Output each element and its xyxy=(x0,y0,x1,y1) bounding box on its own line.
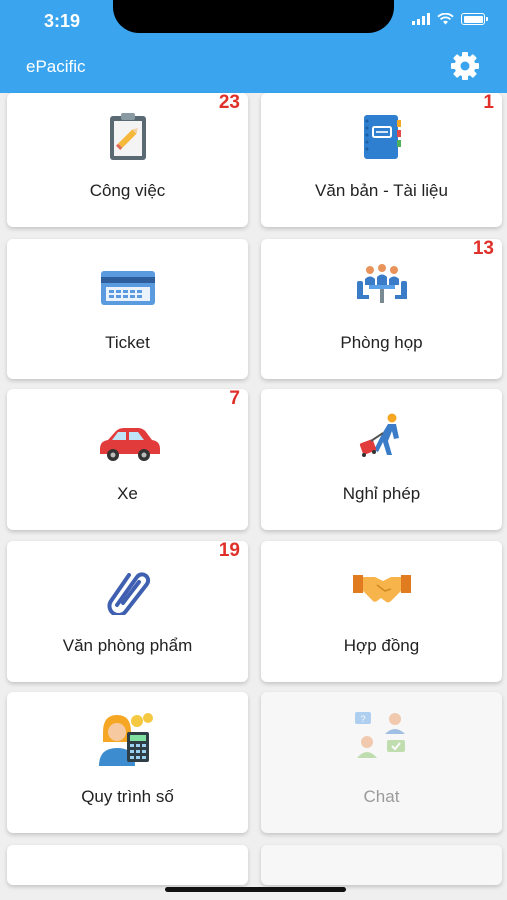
tile-ticket[interactable]: Ticket xyxy=(7,239,248,379)
tile-badge: 1 xyxy=(483,92,494,113)
tile-hop-dong[interactable]: Hợp đồng xyxy=(261,541,502,682)
clipboard-pencil-icon xyxy=(109,113,146,160)
module-grid: 23 Công việc 1 Văn bản - Tài liệu Ticket… xyxy=(0,92,507,900)
tile-badge: 7 xyxy=(229,388,240,409)
tile-phong-hop[interactable]: 13 Phòng họp xyxy=(261,238,502,379)
tile-label: Quy trình số xyxy=(81,787,174,806)
app-title: ePacific xyxy=(26,57,86,76)
tile-label: Văn phòng phẩm xyxy=(62,636,193,655)
tile-van-phong-pham[interactable]: 19 Văn phòng phẩm xyxy=(7,540,248,682)
calculator-person-icon xyxy=(98,713,153,766)
tile-chat[interactable]: ? Chat xyxy=(261,692,502,833)
tile-partial[interactable] xyxy=(7,845,248,885)
tile-cong-viec[interactable]: 23 Công việc xyxy=(7,92,248,227)
tile-label: Hợp đồng xyxy=(343,636,420,655)
tile-label: Văn bản - Tài liệu xyxy=(315,181,448,200)
meeting-room-icon xyxy=(356,264,407,303)
device-notch xyxy=(113,0,394,33)
status-time: 3:19 xyxy=(44,11,81,31)
gear-icon[interactable] xyxy=(449,50,481,82)
tile-partial[interactable] xyxy=(261,845,502,885)
notebook-icon xyxy=(363,115,401,159)
app-header: 3:19 ePacific xyxy=(0,0,507,93)
traveler-luggage-icon xyxy=(359,413,399,457)
paperclip-icon xyxy=(107,572,150,615)
wifi-icon xyxy=(437,13,454,25)
tile-label: Công việc xyxy=(89,181,166,200)
tile-label: Ticket xyxy=(105,333,150,352)
status-icons xyxy=(412,13,488,25)
svg-text:?: ? xyxy=(360,714,365,724)
tile-label: Chat xyxy=(363,787,400,806)
tile-nghi-phep[interactable]: Nghỉ phép xyxy=(261,389,502,530)
tile-label: Xe xyxy=(117,484,138,503)
tile-badge: 23 xyxy=(218,92,240,113)
battery-icon xyxy=(461,13,488,25)
tile-xe[interactable]: 7 Xe xyxy=(7,388,248,530)
tile-badge: 19 xyxy=(218,540,240,561)
tile-label: Nghỉ phép xyxy=(342,484,421,503)
tile-label: Phòng họp xyxy=(340,333,423,352)
ticket-icon xyxy=(100,271,155,305)
handshake-icon xyxy=(352,575,411,603)
chat-people-icon: ? xyxy=(354,712,405,758)
signal-icon xyxy=(412,13,430,25)
tile-badge: 13 xyxy=(472,238,494,259)
tile-quy-trinh-so[interactable]: Quy trình số xyxy=(7,692,248,833)
car-icon xyxy=(99,428,160,461)
tile-van-ban-tai-lieu[interactable]: 1 Văn bản - Tài liệu xyxy=(261,92,502,227)
home-indicator[interactable] xyxy=(165,887,346,892)
